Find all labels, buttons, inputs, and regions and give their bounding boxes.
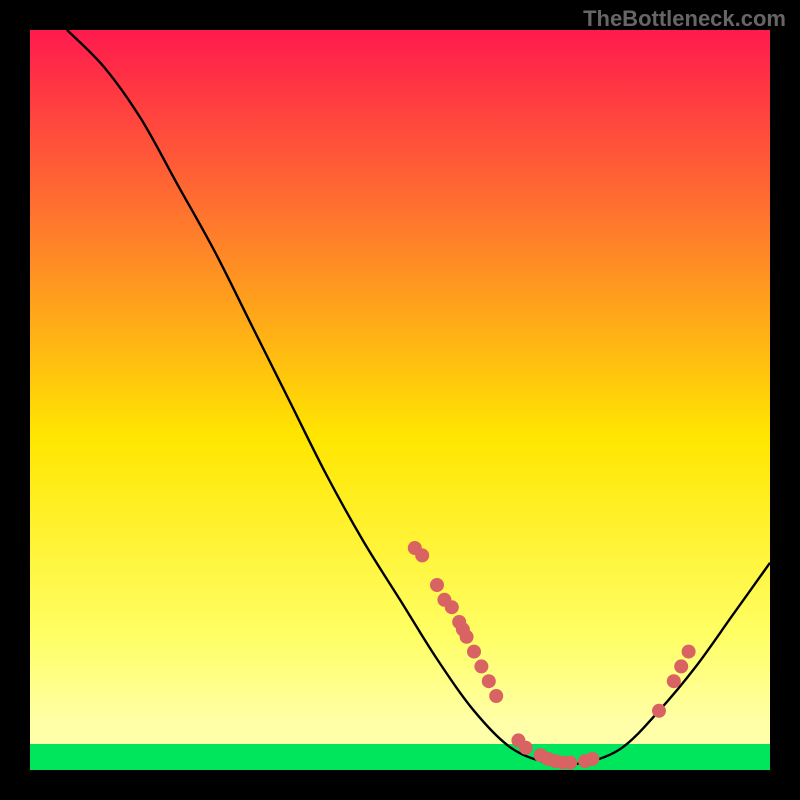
chart-svg (30, 30, 770, 770)
data-marker (563, 756, 577, 770)
data-marker (460, 630, 474, 644)
data-marker (667, 674, 681, 688)
data-marker (489, 689, 503, 703)
data-marker (467, 645, 481, 659)
data-marker (519, 741, 533, 755)
plot-area (30, 30, 770, 770)
data-marker (585, 752, 599, 766)
background-gradient (30, 30, 770, 770)
data-marker (652, 704, 666, 718)
data-marker (482, 674, 496, 688)
data-marker (415, 548, 429, 562)
watermark-text: TheBottleneck.com (583, 6, 786, 32)
data-marker (430, 578, 444, 592)
data-marker (445, 600, 459, 614)
data-marker (474, 659, 488, 673)
chart-container: TheBottleneck.com (0, 0, 800, 800)
data-marker (682, 645, 696, 659)
green-band (30, 744, 770, 770)
data-marker (674, 659, 688, 673)
